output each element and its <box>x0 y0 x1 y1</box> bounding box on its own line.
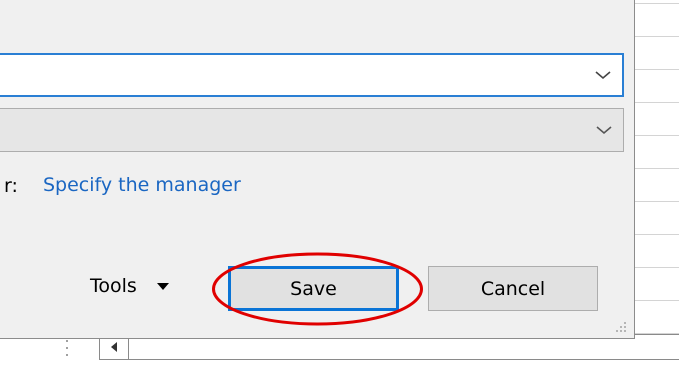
grid-line <box>635 234 679 235</box>
grid-line <box>635 36 679 37</box>
save-as-type-combobox[interactable] <box>0 108 624 152</box>
tools-label: Tools <box>90 275 137 297</box>
specify-manager-link[interactable]: Specify the manager <box>43 174 241 196</box>
file-name-combobox[interactable] <box>0 53 624 97</box>
grid-line <box>635 69 679 70</box>
grid-line <box>635 3 679 4</box>
chevron-down-icon[interactable] <box>595 124 613 136</box>
grid-line <box>635 300 679 301</box>
grid-line <box>635 102 679 103</box>
grid-line <box>635 135 679 136</box>
manager-field-label: r: <box>4 175 18 197</box>
background-grid <box>635 0 679 340</box>
sheet-tab-splitter-icon[interactable] <box>64 338 70 358</box>
chevron-down-icon[interactable] <box>594 69 612 81</box>
resize-grip-icon[interactable] <box>612 318 628 334</box>
tools-menu-button[interactable]: Tools <box>90 275 169 297</box>
save-dialog: r: Specify the manager Tools Save Cancel <box>0 0 635 339</box>
save-button[interactable]: Save <box>228 266 399 311</box>
scroll-left-icon <box>111 342 117 352</box>
caret-down-icon <box>156 282 169 290</box>
cancel-button[interactable]: Cancel <box>428 266 598 311</box>
grid-line <box>635 201 679 202</box>
grid-line <box>635 267 679 268</box>
grid-line <box>635 168 679 169</box>
